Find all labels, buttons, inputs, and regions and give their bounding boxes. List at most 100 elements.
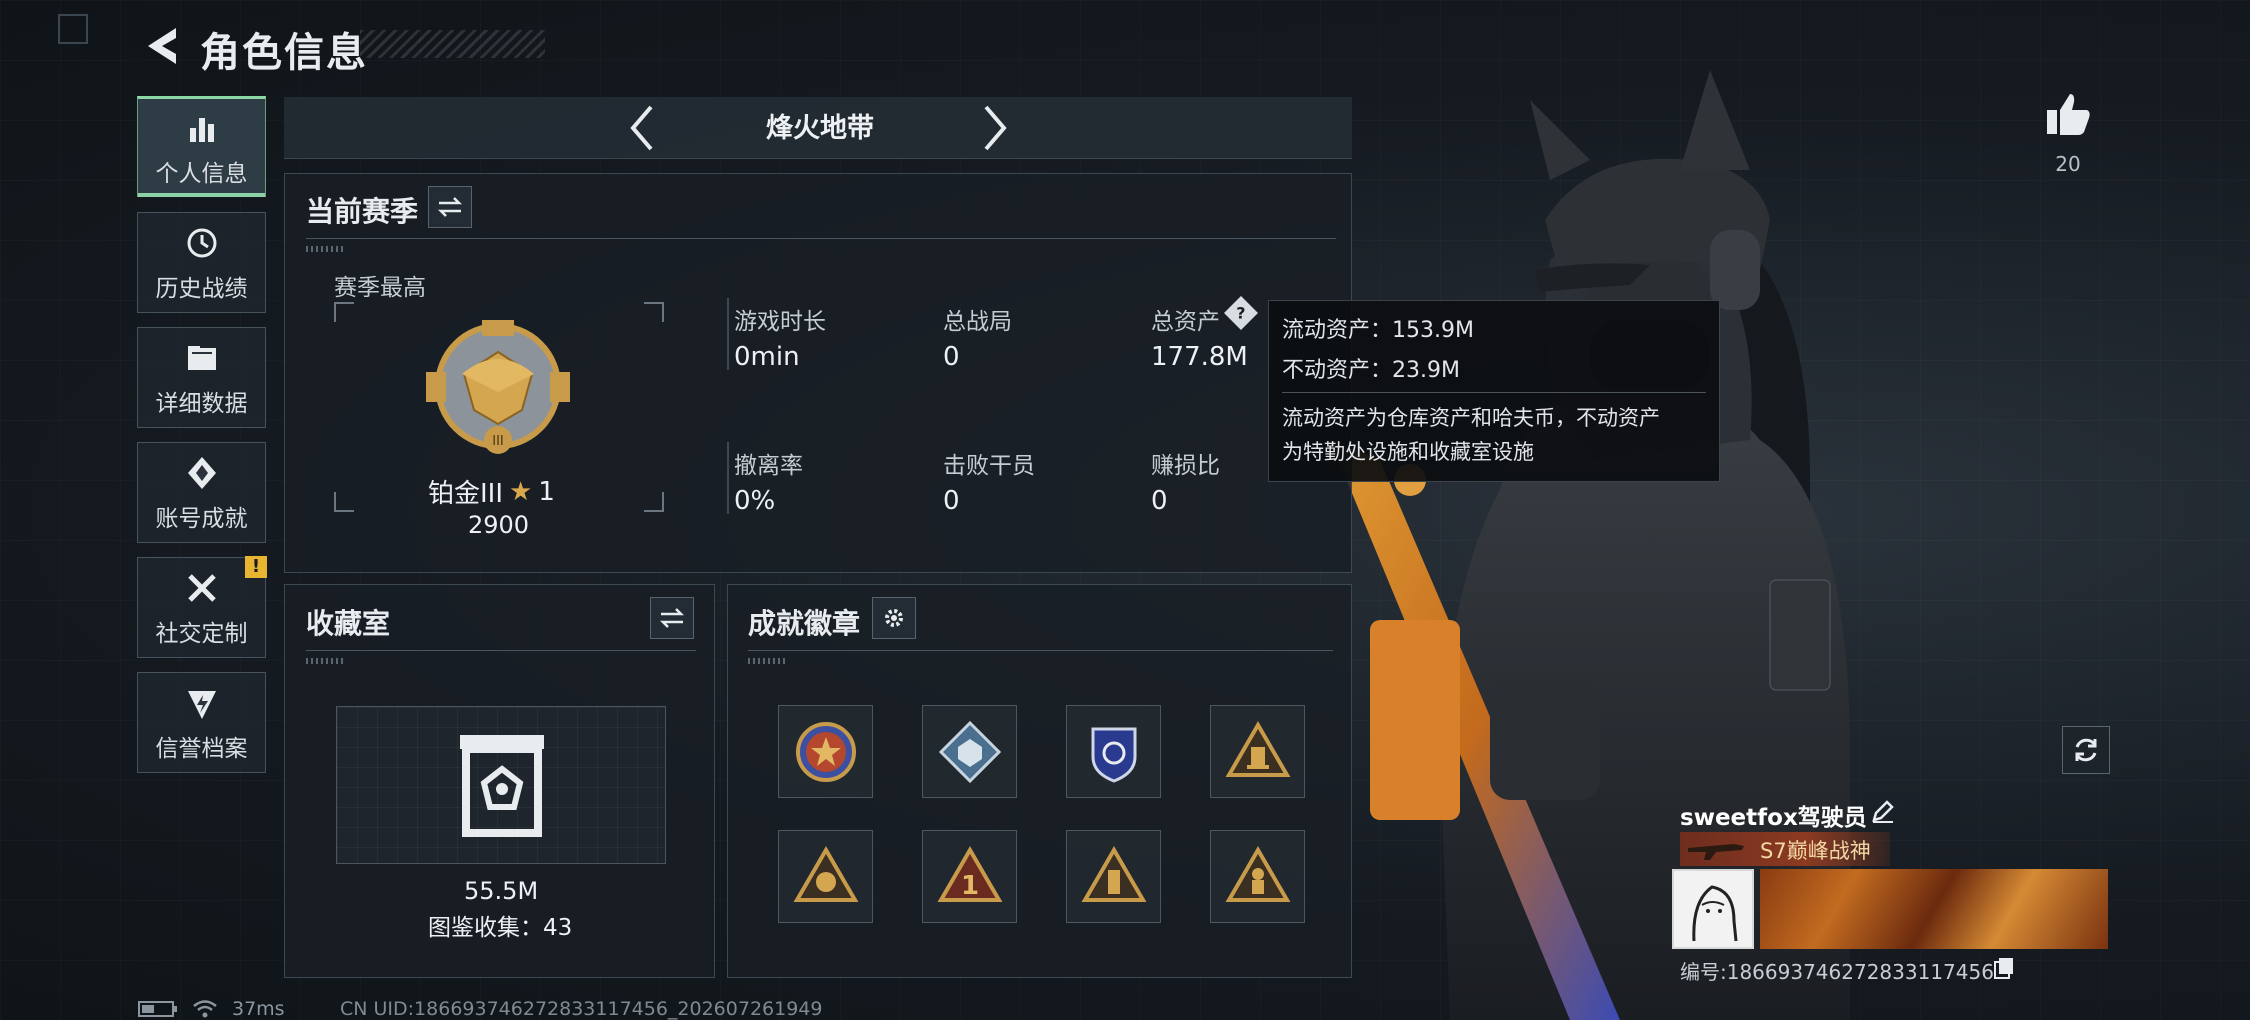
collection-switch-button[interactable] <box>650 597 694 639</box>
swap-arrows-icon <box>437 197 463 217</box>
rank-score: 2900 <box>468 511 530 539</box>
shield-lightning-icon <box>187 690 216 719</box>
cube-diamond-badge-icon <box>938 720 1001 783</box>
nav-detailed-data[interactable]: 详细数据 <box>137 327 266 428</box>
svg-text:III: III <box>492 434 504 449</box>
mode-title: 烽火地带 <box>766 113 874 144</box>
refresh-icon <box>2075 738 2097 762</box>
badge-slot[interactable] <box>1210 830 1305 923</box>
season-switch-button[interactable] <box>428 186 472 228</box>
stat-label: 总资产 <box>1151 309 1220 335</box>
status-bar: 37ms <box>138 998 285 1020</box>
collection-vault-icon <box>460 735 544 837</box>
police-shield-badge-icon <box>1091 727 1136 783</box>
triangle-trophy-badge-icon <box>1225 720 1290 777</box>
nav-achievements[interactable]: 账号成就 <box>137 442 266 543</box>
badge-slot[interactable] <box>1066 705 1161 798</box>
platinum-rank-emblem-icon: III <box>426 320 570 454</box>
nav-label: 详细数据 <box>155 390 248 417</box>
stat-label: 赚损比 <box>1151 453 1220 479</box>
decoration-dots <box>306 246 346 252</box>
collection-count: 图鉴收集：43 <box>428 915 573 941</box>
stat-value: 0 <box>1151 486 1168 516</box>
collection-title: 收藏室 <box>306 607 391 640</box>
stat-divider <box>727 298 729 370</box>
back-arrow-icon[interactable] <box>138 22 186 70</box>
triangle-lion-badge-icon <box>793 845 858 902</box>
stat-value: 177.8M <box>1151 342 1248 372</box>
divider <box>748 650 1333 651</box>
prev-mode-arrow-icon[interactable] <box>623 101 663 155</box>
frame-corner <box>644 492 664 512</box>
nav-social-custom[interactable]: 社交定制 ! <box>137 556 267 658</box>
badge-slot[interactable] <box>922 705 1017 798</box>
stat-value: 0 <box>943 486 960 516</box>
battery-icon <box>138 1001 177 1017</box>
next-mode-arrow-icon[interactable] <box>974 101 1014 155</box>
badges-title: 成就徽章 <box>748 607 861 640</box>
folder-icon <box>187 345 216 370</box>
triangle-number-one-badge-icon: 1 <box>937 845 1002 902</box>
nav-history[interactable]: 历史战绩 <box>137 212 266 313</box>
stat-label: 击败干员 <box>943 453 1035 479</box>
badge-slot[interactable] <box>1210 705 1305 798</box>
badges-settings-button[interactable] <box>872 597 916 639</box>
stat-value: 0 <box>943 342 960 372</box>
rank-stars: 1 <box>538 476 555 507</box>
triangle-soldier-badge-icon <box>1225 845 1290 902</box>
notification-badge: ! <box>245 556 267 578</box>
collection-value: 55.5M <box>464 877 539 905</box>
nav-label: 信誉档案 <box>155 735 248 762</box>
nav-label: 个人信息 <box>155 160 248 187</box>
decoration-dots <box>748 658 788 664</box>
tooltip-description: 为特勤处设施和收藏室设施 <box>1282 440 1534 464</box>
avatar[interactable] <box>1672 869 1754 949</box>
player-title: S7巅峰战神 <box>1760 839 1871 863</box>
gear-icon <box>885 609 903 627</box>
achievement-diamond-icon <box>187 456 216 489</box>
frame-corner <box>334 492 354 512</box>
triangle-tower-badge-icon <box>1081 845 1146 902</box>
avatar-sketch-icon <box>1692 885 1738 942</box>
page-title: 角色信息 <box>200 30 368 76</box>
swap-arrows-icon <box>659 608 685 628</box>
frame-corner <box>644 302 664 322</box>
player-id: 编号:18669374627283311745​6 <box>1680 960 1994 984</box>
rotate-model-button[interactable] <box>2062 726 2110 774</box>
stat-value: 0min <box>734 342 800 372</box>
badge-slot[interactable] <box>778 705 873 798</box>
wifi-icon <box>193 1000 217 1018</box>
rank-row: 铂金III ★ 1 <box>428 473 578 510</box>
svg-text:1: 1 <box>960 871 978 901</box>
badge-slot[interactable] <box>1066 830 1161 923</box>
divider <box>306 650 696 651</box>
stat-divider <box>727 442 729 514</box>
rank-name: 铂金III <box>428 479 504 509</box>
badge-slot[interactable] <box>778 830 873 923</box>
ping-value: 37ms <box>232 998 285 1020</box>
rifle-icon <box>1688 844 1744 860</box>
tooltip-fixed-assets: 不动资产：23.9M <box>1282 358 1460 383</box>
tooltip-description: 流动资产为仓库资产和哈夫币，不动资产 <box>1282 406 1660 430</box>
divider <box>306 238 1336 239</box>
thumbs-up-icon[interactable] <box>2043 90 2093 138</box>
like-count: 20 <box>2055 152 2081 176</box>
stat-label: 撤离率 <box>734 453 803 479</box>
tooltip-divider <box>1282 392 1706 393</box>
bar-chart-icon <box>189 117 214 142</box>
edit-pencil-icon[interactable] <box>1870 798 1896 824</box>
autumn-leaves-card-banner <box>1760 869 2108 949</box>
stat-value: 0% <box>734 486 776 516</box>
tooltip-liquid-assets: 流动资产：153.9M <box>1282 318 1474 343</box>
season-best-label: 赛季最高 <box>334 275 426 301</box>
season-title: 当前赛季 <box>306 195 419 228</box>
star-icon: ★ <box>509 476 533 507</box>
corner-marker <box>58 14 88 44</box>
nav-personal-info[interactable]: 个人信息 <box>137 96 266 197</box>
nav-label: 账号成就 <box>155 505 248 532</box>
decoration-dots <box>306 658 346 664</box>
copy-icon[interactable] <box>1992 956 2016 980</box>
stat-label: 总战局 <box>943 309 1012 335</box>
nav-credit-record[interactable]: 信誉档案 <box>137 672 266 773</box>
badge-slot[interactable]: 1 <box>922 830 1017 923</box>
